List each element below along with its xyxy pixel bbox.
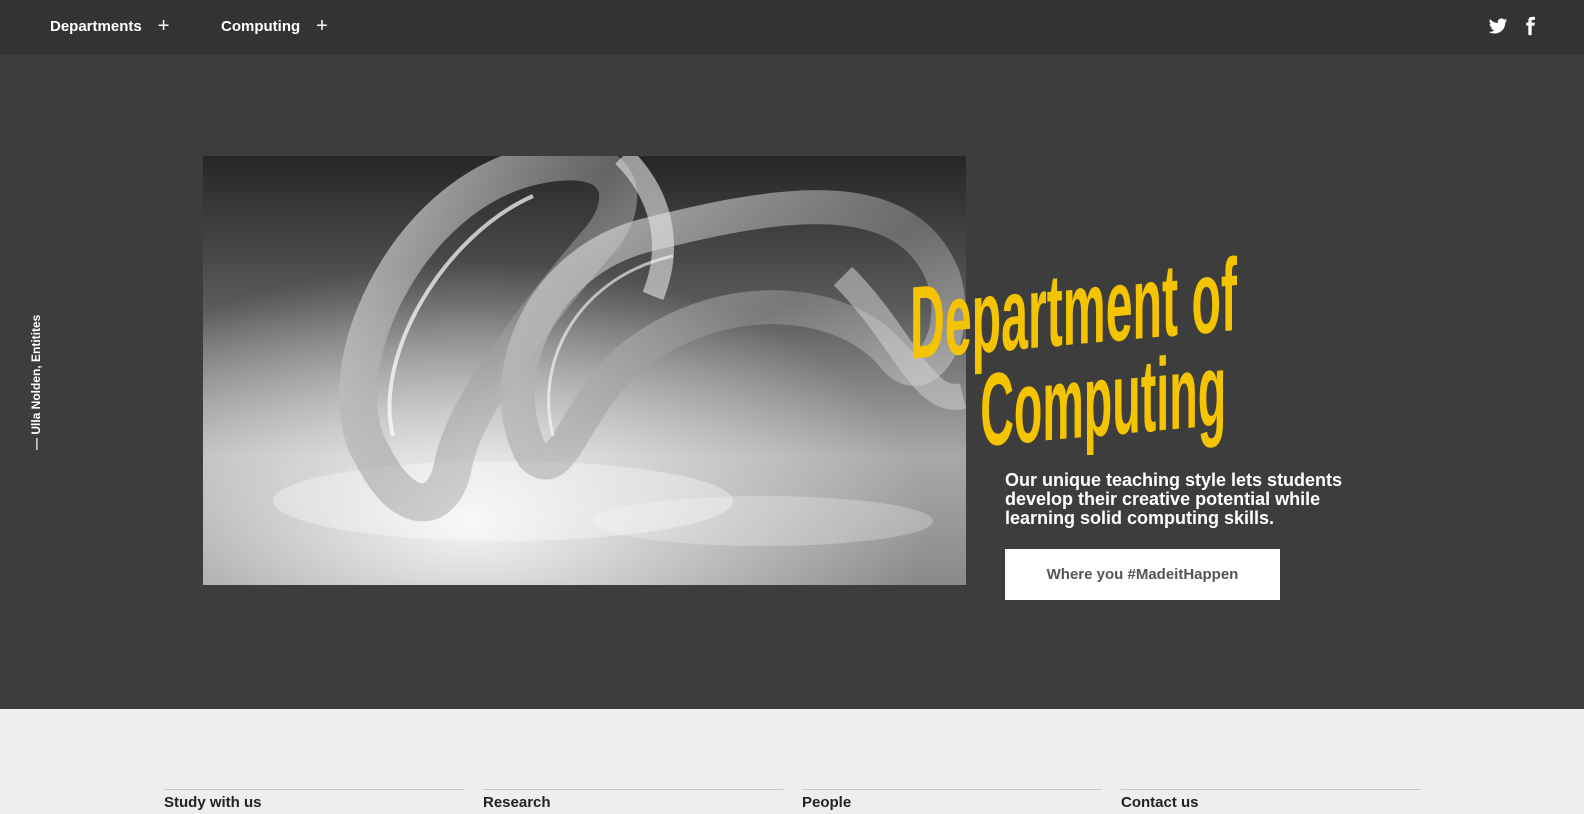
- twitter-icon[interactable]: [1488, 16, 1508, 36]
- footer-link-people[interactable]: People: [802, 789, 1102, 811]
- made-it-happen-button[interactable]: Where you #MadeitHappen: [1005, 549, 1280, 600]
- nav-departments-label: Departments: [50, 17, 142, 35]
- hero-artwork-image: [203, 156, 966, 585]
- department-intro-text: Our unique teaching style lets students …: [1005, 470, 1343, 528]
- nav-departments[interactable]: Departments +: [50, 0, 169, 52]
- image-credit: — Ulla Nolden, Entitites: [29, 314, 43, 450]
- plus-icon: +: [316, 15, 328, 37]
- footer-link-research[interactable]: Research: [483, 789, 783, 811]
- footer-link-contact[interactable]: Contact us: [1121, 789, 1421, 811]
- facebook-icon[interactable]: [1520, 16, 1540, 36]
- top-navigation-bar: Departments + Computing +: [0, 0, 1584, 55]
- footer-link-study[interactable]: Study with us: [164, 789, 464, 811]
- plus-icon: +: [157, 15, 170, 37]
- footer-links-section: Study with us Research People Contact us: [0, 709, 1584, 814]
- page-title-line2: Computing: [980, 332, 1226, 455]
- nav-computing-label: Computing: [221, 17, 301, 35]
- nav-computing[interactable]: Computing +: [221, 0, 328, 52]
